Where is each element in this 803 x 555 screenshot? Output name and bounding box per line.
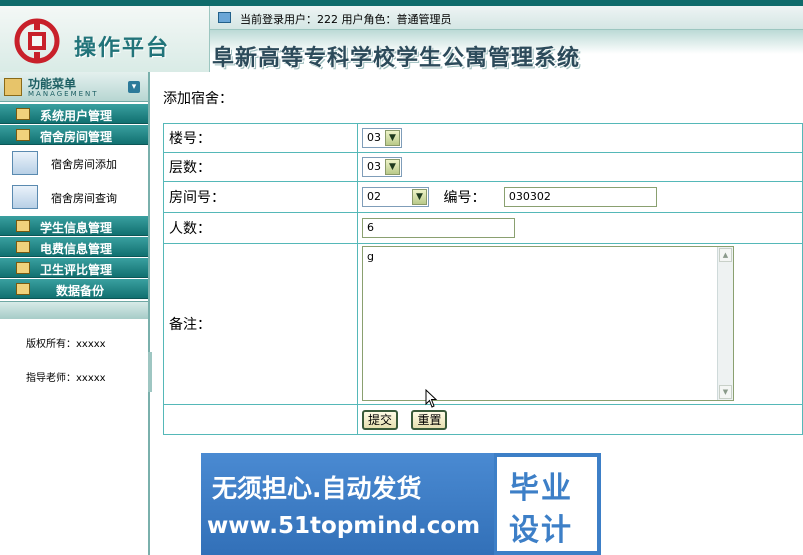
- remark-text: g: [367, 249, 374, 263]
- capacity-input[interactable]: 6: [362, 218, 515, 238]
- sidebar-item-label: 系统用户管理: [40, 109, 113, 123]
- bank-logo-icon: [14, 18, 60, 64]
- form-row-building: 楼号： 03 ▼: [163, 123, 803, 153]
- building-select[interactable]: 03 ▼: [362, 128, 402, 148]
- floor-cell: 03 ▼: [357, 152, 803, 182]
- banner-badge: 毕业 设计: [497, 457, 597, 551]
- chevron-down-icon[interactable]: ▼: [412, 189, 427, 205]
- capacity-label: 人数：: [163, 212, 358, 244]
- menu-header: 功能菜单 MANAGEMENT ▾: [0, 72, 148, 102]
- banner-badge-line1: 毕业: [509, 471, 573, 506]
- room-cell: 02 ▼ 编号： 030302: [357, 181, 803, 213]
- folder-icon: [16, 241, 30, 253]
- form-row-room: 房间号： 02 ▼ 编号： 030302: [163, 181, 803, 213]
- sidebar-item-student-info[interactable]: 学生信息管理: [0, 216, 148, 236]
- folder-icon: [16, 283, 30, 295]
- capacity-cell: 6: [357, 212, 803, 244]
- scroll-up-icon[interactable]: ▲: [719, 247, 732, 262]
- form-row-floor: 层数： 03 ▼: [163, 152, 803, 182]
- floor-select-value: 03: [367, 160, 381, 173]
- sidebar-item-system-users[interactable]: 系统用户管理: [0, 104, 148, 124]
- building-label: 楼号：: [163, 123, 358, 153]
- chevron-down-icon[interactable]: ▼: [385, 130, 400, 146]
- folder-icon: [16, 262, 30, 274]
- advisor-text: 指导老师：xxxxx: [26, 373, 106, 384]
- menu-subtitle: MANAGEMENT: [28, 90, 99, 98]
- current-user-info: 当前登录用户：222 用户角色：普通管理员: [240, 13, 452, 26]
- remark-cell: g ▲ ▼: [357, 243, 803, 405]
- sidebar-item-label: 电费信息管理: [40, 242, 113, 256]
- page-title: 添加宿舍：: [163, 91, 233, 107]
- system-title: 阜新高等专科学校学生公寓管理系统: [212, 45, 581, 71]
- floor-label: 层数：: [163, 152, 358, 182]
- floor-select[interactable]: 03 ▼: [362, 157, 402, 177]
- copyright-text: 版权所有：xxxxx: [26, 339, 106, 350]
- header: 操作平台 当前登录用户：222 用户角色：普通管理员 阜新高等专科学校学生公寓管…: [0, 0, 803, 72]
- sidebar-subitem-label: 宿舍房间查询: [51, 192, 117, 205]
- mouse-cursor-icon: [425, 389, 438, 408]
- query-room-icon: [12, 185, 38, 209]
- banner-url: www.51topmind.com: [207, 513, 481, 539]
- sidebar-item-backup[interactable]: 数据备份: [0, 279, 148, 299]
- sidebar-subitem-label: 宿舍房间添加: [51, 158, 117, 171]
- banner-left: 无须担心.自动发货 www.51topmind.com: [201, 453, 494, 555]
- add-dorm-form: 楼号： 03 ▼ 层数： 03 ▼ 房间号： 02 ▼ 编号： 030302 人…: [163, 123, 803, 435]
- sidebar-item-label: 卫生评比管理: [40, 263, 113, 277]
- monitor-icon: [218, 12, 231, 23]
- building-cell: 03 ▼: [357, 123, 803, 153]
- chevron-down-icon[interactable]: ▾: [128, 81, 140, 93]
- sidebar-item-label: 学生信息管理: [40, 221, 113, 235]
- remark-scrollbar[interactable]: ▲ ▼: [717, 246, 733, 400]
- remark-label: 备注：: [163, 243, 358, 405]
- code-label: 编号：: [443, 190, 486, 206]
- add-room-icon: [12, 151, 38, 175]
- form-row-actions: 提交 重置: [163, 404, 803, 435]
- folder-icon: [16, 108, 30, 120]
- submit-button[interactable]: 提交: [362, 409, 399, 430]
- sidebar: 功能菜单 MANAGEMENT ▾ 系统用户管理 宿舍房间管理 宿舍房间添加 宿…: [0, 72, 152, 555]
- room-label: 房间号：: [163, 181, 358, 213]
- form-row-remark: 备注： g ▲ ▼: [163, 243, 803, 405]
- building-select-value: 03: [367, 131, 381, 144]
- platform-title: 操作平台: [74, 35, 171, 61]
- code-input[interactable]: 030302: [503, 187, 657, 207]
- home-icon: [4, 78, 22, 96]
- room-select-value: 02: [367, 190, 381, 203]
- logo-block: 操作平台: [0, 6, 210, 72]
- sidebar-subitem-query-room[interactable]: 宿舍房间查询: [0, 180, 148, 213]
- sidebar-item-hygiene[interactable]: 卫生评比管理: [0, 258, 148, 278]
- scroll-down-icon[interactable]: ▼: [719, 384, 732, 399]
- menu-footer: [0, 301, 148, 319]
- sidebar-item-label: 宿舍房间管理: [40, 130, 113, 144]
- folder-icon: [16, 220, 30, 232]
- user-info-bar: 当前登录用户：222 用户角色：普通管理员: [210, 6, 803, 30]
- remark-textarea[interactable]: g ▲ ▼: [362, 245, 734, 401]
- sidebar-subitem-add-room[interactable]: 宿舍房间添加: [0, 146, 148, 179]
- banner-slogan: 无须担心.自动发货: [212, 474, 422, 503]
- sidebar-item-label: 数据备份: [56, 284, 105, 298]
- banner-badge-line2: 设计: [509, 513, 573, 548]
- room-select[interactable]: 02 ▼: [362, 187, 429, 207]
- sidebar-item-dorm-rooms[interactable]: 宿舍房间管理: [0, 125, 148, 145]
- reset-button[interactable]: 重置: [411, 409, 448, 430]
- ad-banner: 无须担心.自动发货 www.51topmind.com 毕业 设计: [201, 453, 601, 555]
- form-row-capacity: 人数： 6: [163, 212, 803, 244]
- sidebar-item-electricity[interactable]: 电费信息管理: [0, 237, 148, 257]
- chevron-down-icon[interactable]: ▼: [385, 159, 400, 175]
- actions-cell: 提交 重置: [357, 404, 803, 435]
- folder-icon: [16, 129, 30, 141]
- actions-spacer: [163, 404, 358, 435]
